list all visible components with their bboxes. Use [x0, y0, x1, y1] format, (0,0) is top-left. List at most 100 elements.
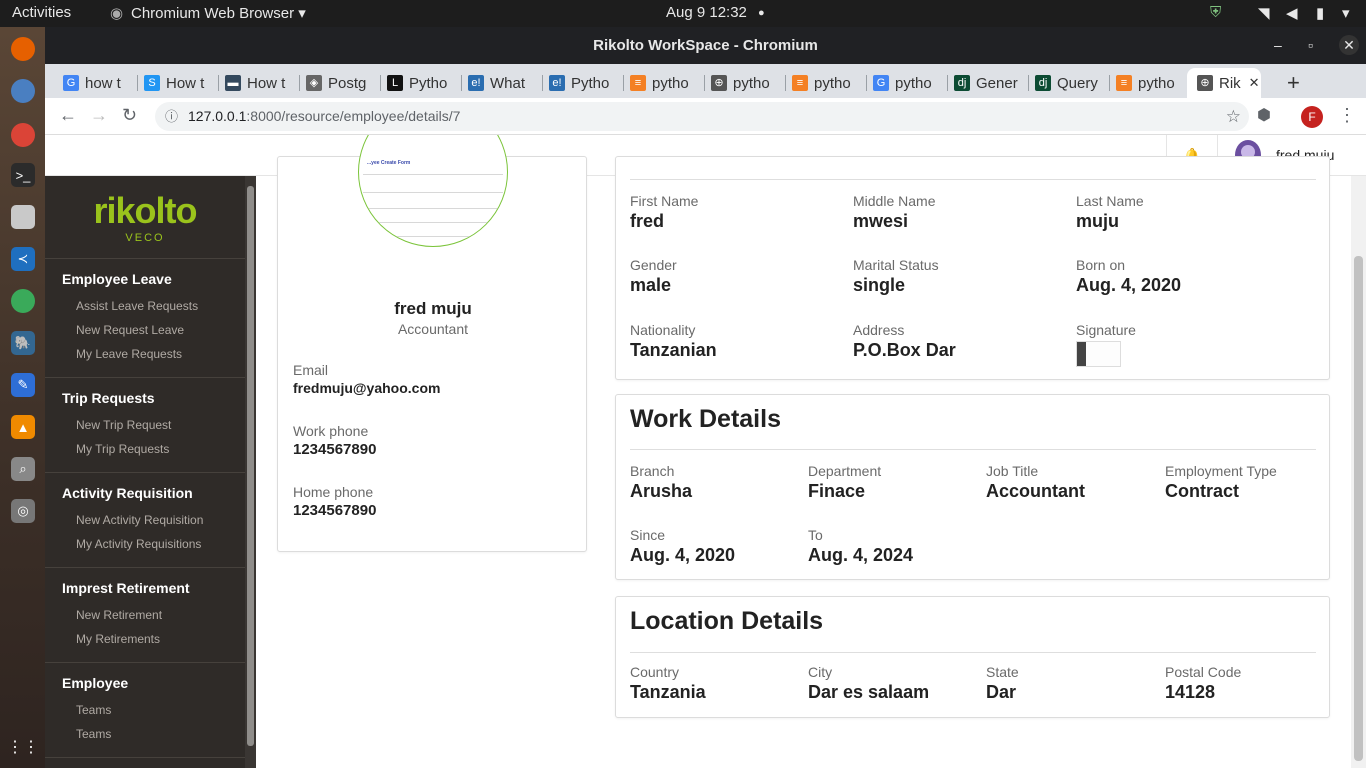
divider — [630, 449, 1316, 450]
stackoverflow-icon: ≡ — [630, 75, 646, 91]
notification-dot: ● — [758, 7, 765, 19]
profile-photo[interactable]: ...yee Create Form — [358, 135, 508, 247]
browser-tab[interactable]: e! Pytho — [543, 68, 624, 98]
close-window-icon[interactable]: ✕ — [1339, 35, 1359, 55]
wifi-icon[interactable]: ◥ — [1258, 4, 1270, 22]
clock[interactable]: Aug 9 12:32 — [666, 4, 747, 21]
browser-tab[interactable]: ≡ pytho — [624, 68, 705, 98]
chrome-icon[interactable] — [11, 123, 35, 147]
extension-icon[interactable]: ⬢ — [1257, 105, 1271, 125]
personal-details-card: First Name fred Middle Name mwesi Last N… — [615, 156, 1330, 380]
sidebar-item-assist-leave-requests[interactable]: Assist Leave Requests — [76, 299, 198, 313]
work-phone-value: 1234567890 — [293, 441, 377, 458]
state-value: Dar — [986, 682, 1017, 702]
sidebar-item-my-retirements[interactable]: My Retirements — [76, 632, 160, 646]
browser-tab[interactable]: Gpytho — [867, 68, 948, 98]
info-icon[interactable]: ⓘ — [165, 102, 178, 131]
sidebar-scroll-thumb[interactable] — [247, 186, 254, 746]
battery-icon[interactable]: ▮ — [1316, 4, 1324, 22]
vscode-icon[interactable]: ≺ — [11, 247, 35, 271]
tab-label: Query — [1057, 74, 1098, 92]
reload-icon[interactable]: ↻ — [122, 105, 137, 126]
power-menu-icon[interactable]: ▾ — [1342, 4, 1350, 22]
files-icon[interactable] — [11, 205, 35, 229]
close-tab-icon[interactable]: ✕ — [1249, 75, 1260, 91]
app-menu[interactable]: Chromium Web Browser ▾ — [131, 4, 306, 22]
minimize-icon[interactable]: – — [1274, 27, 1282, 64]
vlc-icon[interactable]: ▲ — [11, 415, 35, 439]
postal-code-value: 14128 — [1165, 682, 1216, 702]
browser-tab[interactable]: dj Query — [1029, 68, 1110, 98]
browser-tab[interactable]: S How t — [138, 68, 219, 98]
work-details-card: Work Details Branch Arusha Department Fi… — [615, 394, 1330, 580]
sidebar-item-new-trip-request[interactable]: New Trip Request — [76, 418, 171, 432]
window-titlebar: Rikolto WorkSpace - Chromium – ▫ ✕ — [45, 27, 1366, 64]
form-line — [389, 236, 479, 237]
volume-icon[interactable]: ◀ — [1286, 4, 1298, 22]
signature-image[interactable] — [1076, 341, 1121, 367]
gender-value: male — [630, 275, 672, 295]
sidebar-item-new-retirement[interactable]: New Retirement — [76, 608, 162, 622]
browser-tab[interactable]: Ghow t — [57, 68, 138, 98]
divider — [630, 179, 1316, 180]
employment-type-label: Employment Type — [1165, 463, 1277, 479]
tab-label: How t — [247, 74, 286, 92]
browser-tab[interactable]: ◈ Postg — [300, 68, 381, 98]
sidebar-item-teams[interactable]: Teams — [76, 727, 111, 741]
home-phone-label: Home phone — [293, 484, 374, 500]
new-tab-icon[interactable]: + — [1287, 70, 1300, 96]
sidebar-item-teams[interactable]: Teams — [76, 703, 111, 717]
sidebar-item-my-leave-requests[interactable]: My Leave Requests — [76, 347, 182, 361]
form-line — [363, 192, 503, 193]
browser-tab[interactable]: ≡ pytho — [786, 68, 867, 98]
page-viewport: 🔔 fred muju rikolto VECO Employee Leave … — [45, 135, 1366, 768]
pgadmin-icon[interactable]: 🐘 — [11, 331, 35, 355]
browser-tab[interactable]: ▬ How t — [219, 68, 300, 98]
location-details-title: Location Details — [630, 607, 824, 635]
sidebar-item-my-trip-requests[interactable]: My Trip Requests — [76, 442, 169, 456]
django-icon: dj — [1035, 75, 1051, 91]
sidebar-scrollbar[interactable] — [245, 176, 256, 768]
sidebar-item-my-activity-requisitions[interactable]: My Activity Requisitions — [76, 537, 201, 551]
postal-code-label: Postal Code — [1165, 664, 1242, 680]
profile-avatar[interactable]: F — [1301, 106, 1323, 128]
sidebar-item-new-activity-requisition[interactable]: New Activity Requisition — [76, 513, 203, 527]
shield-icon[interactable]: ⛨ — [1210, 4, 1221, 21]
page-scroll-thumb[interactable] — [1354, 256, 1363, 761]
tab-label: Gener — [976, 74, 1018, 92]
page-icon: ▬ — [225, 75, 241, 91]
logo-text: rikolto — [93, 190, 197, 231]
page-scrollbar[interactable] — [1351, 176, 1366, 768]
activities-button[interactable]: Activities — [12, 4, 71, 21]
os-top-bar: Activities ◉ Chromium Web Browser ▾ Aug … — [0, 0, 1366, 27]
editor-icon[interactable]: ✎ — [11, 373, 35, 397]
terminal-icon[interactable]: >_ — [11, 163, 35, 187]
sidebar-item-new-request-leave[interactable]: New Request Leave — [76, 323, 184, 337]
browser-tab[interactable]: dj Gener — [948, 68, 1029, 98]
firefox-icon[interactable] — [11, 37, 35, 61]
browser-tab[interactable]: e! What — [462, 68, 543, 98]
department-value: Finace — [808, 481, 866, 501]
maximize-icon[interactable]: ▫ — [1308, 27, 1313, 64]
section-title: Employee — [62, 675, 129, 691]
chromium-icon[interactable] — [11, 79, 35, 103]
browser-tab[interactable]: ≡ pytho — [1110, 68, 1191, 98]
address-bar[interactable]: ⓘ 127.0.0.1:8000/resource/employee/detai… — [155, 102, 1249, 131]
tab-label: Pytho — [571, 74, 610, 92]
show-apps-icon[interactable]: ⋮⋮ — [7, 735, 39, 759]
bookmark-star-icon[interactable]: ☆ — [1226, 102, 1241, 131]
back-icon[interactable]: ← — [59, 105, 77, 126]
browser-tab[interactable]: ⊕ Rik ✕ — [1187, 68, 1261, 98]
django-icon: dj — [954, 75, 970, 91]
menu-icon[interactable]: ⋮ — [1338, 105, 1356, 126]
rikolto-logo[interactable]: rikolto VECO — [45, 190, 245, 244]
browser-tab[interactable]: ⊕ pytho — [705, 68, 786, 98]
signature-mark — [1077, 342, 1086, 366]
browser-tab[interactable]: L Pytho — [381, 68, 462, 98]
forward-icon[interactable]: → — [90, 105, 108, 126]
search-icon[interactable]: ⌕ — [11, 457, 35, 481]
disk-icon[interactable]: ◎ — [11, 499, 35, 523]
app-icon[interactable] — [11, 289, 35, 313]
gender-label: Gender — [630, 257, 677, 273]
section-title: Employee Leave — [62, 271, 172, 287]
